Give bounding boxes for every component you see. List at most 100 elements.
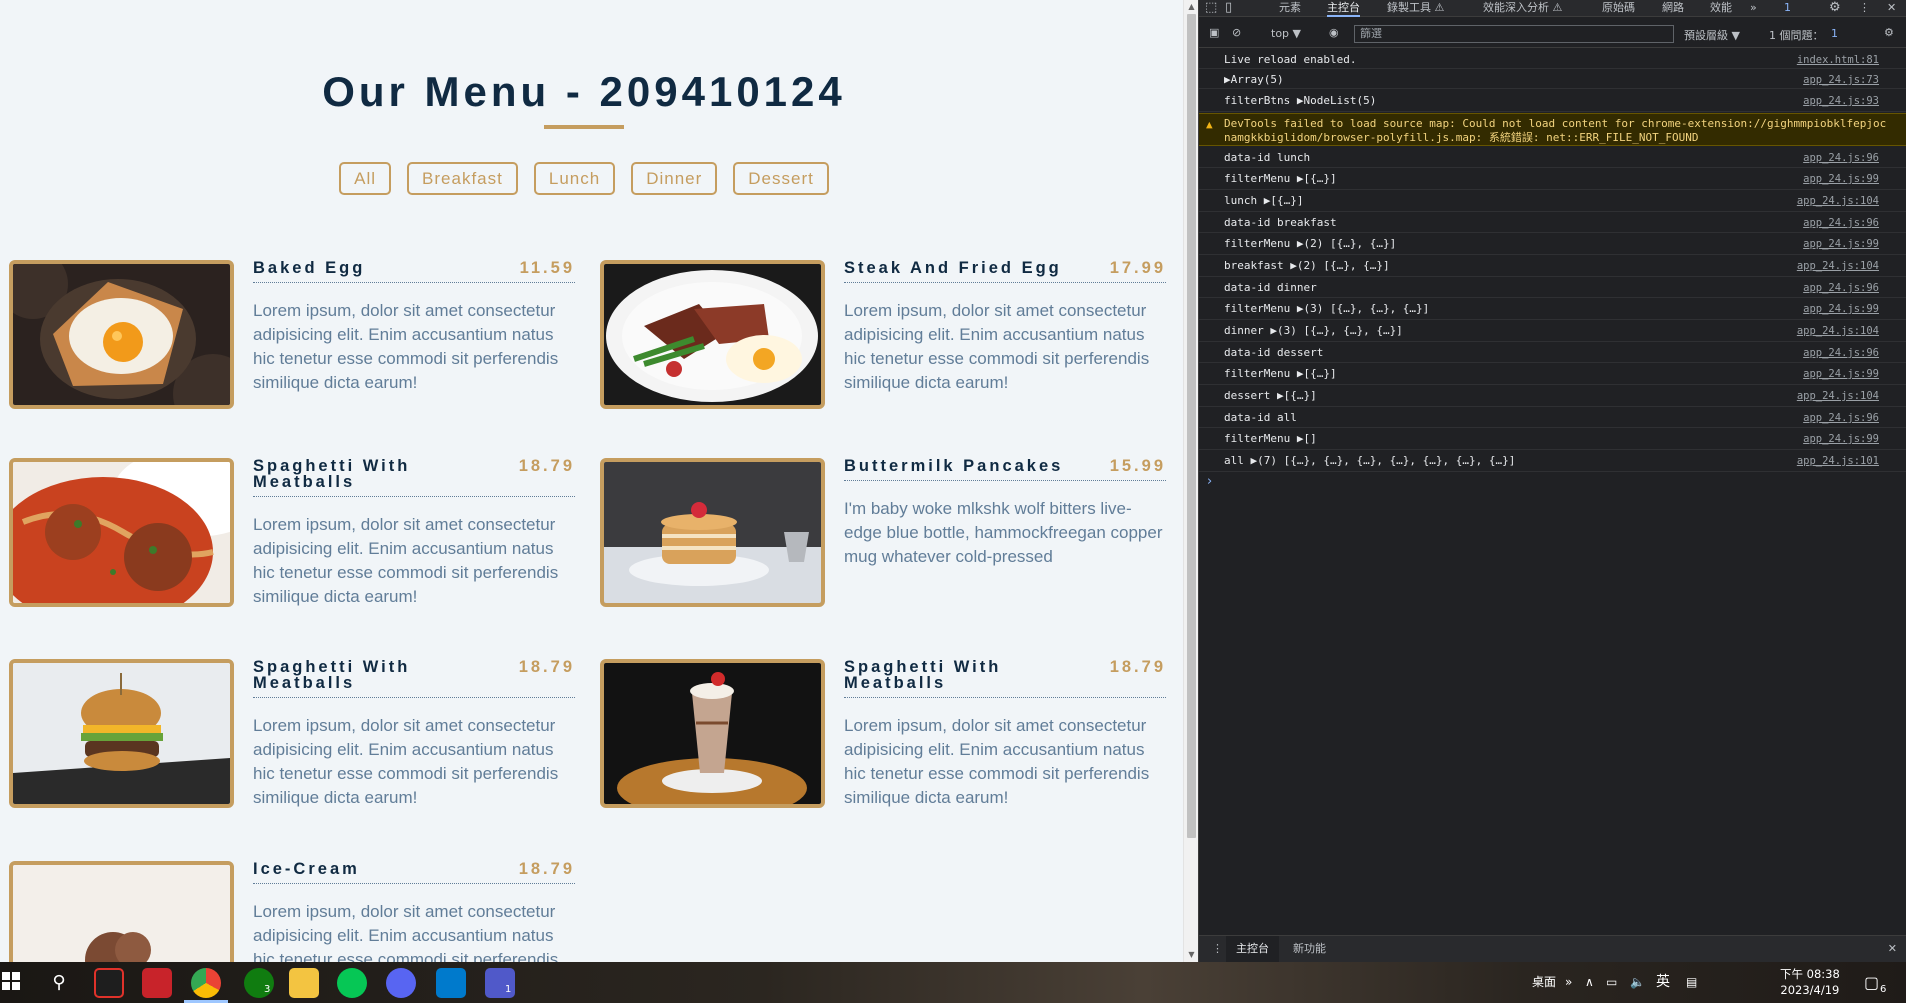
notes-icon[interactable]: ▤ — [1686, 962, 1697, 1003]
console-row[interactable]: filterMenu ▶[] app_24.js:99 — [1199, 428, 1906, 450]
log-levels-select[interactable]: 預設層級 ▼ — [1684, 27, 1740, 43]
console-filter-input[interactable]: 篩選 — [1354, 25, 1674, 43]
desktop-toolbar-label[interactable]: 桌面 — [1532, 962, 1556, 1003]
clock-date: 2023/4/19 — [1780, 983, 1840, 997]
clear-console-icon[interactable]: ⊘ — [1232, 26, 1241, 39]
close-icon[interactable]: ✕ — [1887, 0, 1896, 17]
source-link[interactable]: app_24.js:96 — [1803, 216, 1879, 230]
menu-item-name: Spaghetti With Meatballs — [253, 457, 411, 491]
filter-breakfast-button[interactable]: Breakfast — [407, 162, 518, 195]
tab-elements[interactable]: 元素 — [1279, 0, 1301, 17]
console-row[interactable]: filterMenu ▶[{…}] app_24.js:99 — [1199, 168, 1906, 190]
console-row: Live reload enabled. index.html:81 — [1199, 49, 1906, 69]
file-explorer-icon[interactable] — [289, 968, 319, 998]
source-link[interactable]: app_24.js:73 — [1803, 73, 1879, 87]
drawer-close-icon[interactable]: ✕ — [1888, 942, 1897, 955]
menu-item-description: Lorem ipsum, dolor sit amet consectetur … — [253, 902, 559, 962]
console-row[interactable]: filterBtns ▶NodeList(5) app_24.js:93 — [1199, 90, 1906, 112]
source-link[interactable]: app_24.js:104 — [1797, 389, 1879, 403]
menu-item-name: Spaghetti With Meatballs — [844, 658, 1002, 692]
toolbar-expand-icon[interactable]: » — [1565, 962, 1572, 1003]
clock[interactable]: 下午 08:38 2023/4/19 — [1780, 966, 1840, 998]
source-link[interactable]: app_24.js:96 — [1803, 411, 1879, 425]
menu-item: Buttermilk Pancakes 15.99 I'm baby woke … — [600, 458, 1176, 610]
tab-sources[interactable]: 原始碼 — [1602, 0, 1635, 17]
source-link[interactable]: app_24.js:104 — [1797, 259, 1879, 273]
source-link[interactable]: app_24.js:93 — [1803, 94, 1879, 108]
console-row: data-id dinner app_24.js:96 — [1199, 277, 1906, 298]
tab-recorder[interactable]: 錄製工具 ⚠ — [1387, 0, 1444, 17]
tab-performance[interactable]: 效能 — [1710, 0, 1732, 17]
drawer-tab-whats-new[interactable]: 新功能 — [1293, 936, 1326, 962]
console-row[interactable]: filterMenu ▶[{…}] app_24.js:99 — [1199, 363, 1906, 385]
source-link[interactable]: app_24.js:104 — [1797, 324, 1879, 338]
device-toolbar-icon[interactable]: ▯ — [1225, 0, 1232, 17]
console-row[interactable]: dessert ▶[{…}] app_24.js:104 — [1199, 385, 1906, 407]
pancakes-photo — [600, 458, 825, 607]
menu-item-price: 11.59 — [519, 259, 575, 277]
filter-dessert-button[interactable]: Dessert — [733, 162, 829, 195]
source-link[interactable]: index.html:81 — [1797, 53, 1879, 67]
source-link[interactable]: app_24.js:99 — [1803, 237, 1879, 251]
app-icon-red-1[interactable] — [94, 968, 124, 998]
tab-console[interactable]: 主控台 — [1327, 0, 1360, 17]
chrome-icon[interactable] — [191, 968, 221, 998]
source-link[interactable]: app_24.js:96 — [1803, 346, 1879, 360]
source-link[interactable]: app_24.js:96 — [1803, 281, 1879, 295]
filter-all-button[interactable]: All — [339, 162, 392, 195]
context-select[interactable]: top ▼ — [1271, 27, 1301, 40]
source-link[interactable]: app_24.js:101 — [1797, 454, 1879, 468]
scroll-up-icon[interactable]: ▲ — [1184, 0, 1199, 14]
more-tabs-icon[interactable]: » — [1750, 0, 1757, 17]
console-row[interactable]: breakfast ▶(2) [{…}, {…}] app_24.js:104 — [1199, 255, 1906, 277]
network-icon[interactable]: ▭ — [1606, 962, 1617, 1003]
source-link[interactable]: app_24.js:99 — [1803, 432, 1879, 446]
kebab-menu-icon[interactable]: ⋮ — [1859, 0, 1870, 17]
menu-item-header: Steak And Fried Egg 17.99 — [844, 260, 1166, 283]
tab-performance-insights[interactable]: 效能深入分析 ⚠ — [1483, 0, 1562, 17]
scroll-down-icon[interactable]: ▼ — [1184, 948, 1199, 962]
menu-item-header: Spaghetti With Meatballs 18.79 — [253, 458, 575, 497]
source-link[interactable]: app_24.js:99 — [1803, 172, 1879, 186]
console-row[interactable]: ▶Array(5) app_24.js:73 — [1199, 69, 1906, 89]
discord-icon[interactable] — [386, 968, 416, 998]
source-link[interactable]: app_24.js:99 — [1803, 302, 1879, 316]
menu-item-header: Baked Egg 11.59 — [253, 260, 575, 283]
drawer-menu-icon[interactable]: ⋮ — [1212, 942, 1223, 955]
console-prompt[interactable]: › — [1207, 474, 1212, 489]
menu-item-price: 15.99 — [1109, 457, 1166, 475]
gear-icon[interactable]: ⚙ — [1829, 0, 1841, 17]
windows-start-icon[interactable] — [2, 972, 20, 990]
line-icon[interactable] — [337, 968, 367, 998]
console-row[interactable]: all ▶(7) [{…}, {…}, {…}, {…}, {…}, {…}, … — [1199, 450, 1906, 472]
steak-egg-photo — [600, 260, 825, 409]
issues-badge[interactable]: 1 — [1784, 0, 1791, 17]
console-row[interactable]: lunch ▶[{…}] app_24.js:104 — [1199, 190, 1906, 212]
console-row[interactable]: filterMenu ▶(2) [{…}, {…}] app_24.js:99 — [1199, 233, 1906, 255]
drawer-tab-console[interactable]: 主控台 — [1226, 936, 1279, 962]
inspect-element-icon[interactable]: ⬚ — [1205, 0, 1217, 17]
console-settings-icon[interactable]: ⚙ — [1884, 26, 1894, 39]
notification-center-icon[interactable]: ▢ — [1864, 962, 1879, 1003]
browser-viewport: Our Menu - 209410124 All Breakfast Lunch… — [0, 0, 1183, 962]
page-scrollbar[interactable]: ▲ ▼ — [1183, 0, 1198, 962]
volume-icon[interactable]: 🔈 — [1630, 962, 1645, 1003]
console-row[interactable]: filterMenu ▶(3) [{…}, {…}, {…}] app_24.js… — [1199, 298, 1906, 320]
source-link[interactable]: app_24.js:104 — [1797, 194, 1879, 208]
filter-dinner-button[interactable]: Dinner — [631, 162, 718, 195]
app-icon-red-2[interactable] — [142, 968, 172, 998]
issues-count[interactable]: 1 — [1831, 27, 1838, 40]
vscode-icon[interactable] — [436, 968, 466, 998]
eye-icon[interactable]: ◉ — [1329, 26, 1339, 39]
filter-lunch-button[interactable]: Lunch — [533, 162, 616, 195]
search-icon[interactable]: ⚲ — [44, 968, 74, 998]
sidebar-toggle-icon[interactable]: ▣ — [1209, 26, 1219, 39]
ime-indicator[interactable]: 英 — [1656, 962, 1670, 1003]
console-row[interactable]: dinner ▶(3) [{…}, {…}, {…}] app_24.js:104 — [1199, 320, 1906, 342]
tab-network[interactable]: 網路 — [1662, 0, 1684, 17]
issues-link[interactable]: 1 個問題： — [1769, 27, 1824, 43]
source-link[interactable]: app_24.js:96 — [1803, 151, 1879, 165]
tray-overflow-icon[interactable]: ∧ — [1585, 962, 1594, 1003]
source-link[interactable]: app_24.js:99 — [1803, 367, 1879, 381]
scrollbar-thumb[interactable] — [1187, 14, 1196, 838]
